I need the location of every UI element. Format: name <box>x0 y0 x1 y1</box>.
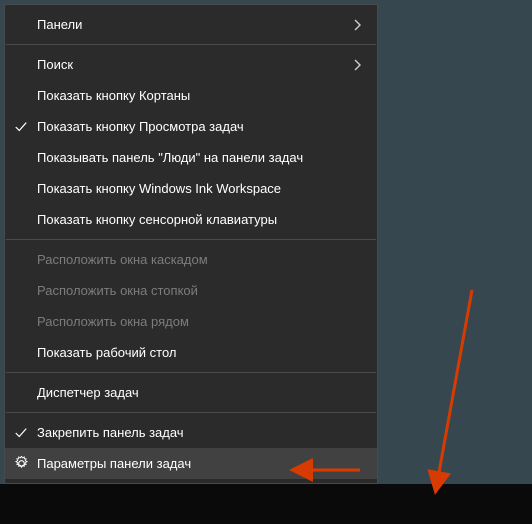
menu-item-label: Диспетчер задач <box>37 385 365 400</box>
menu-item-label: Параметры панели задач <box>37 456 365 471</box>
menu-separator <box>6 44 376 45</box>
menu-item: Расположить окна рядом <box>5 306 377 337</box>
menu-item[interactable]: Показать кнопку Просмотра задач <box>5 111 377 142</box>
menu-separator <box>6 239 376 240</box>
menu-separator <box>6 412 376 413</box>
chevron-right-icon <box>349 59 365 71</box>
menu-item-label: Показать кнопку Windows Ink Workspace <box>37 181 365 196</box>
menu-item-label: Показать кнопку сенсорной клавиатуры <box>37 212 365 227</box>
menu-item[interactable]: Показывать панель "Люди" на панели задач <box>5 142 377 173</box>
menu-item[interactable]: Показать кнопку Windows Ink Workspace <box>5 173 377 204</box>
taskbar[interactable] <box>0 484 532 524</box>
menu-item-label: Расположить окна стопкой <box>37 283 365 298</box>
menu-item: Расположить окна каскадом <box>5 244 377 275</box>
menu-item[interactable]: Поиск <box>5 49 377 80</box>
taskbar-context-menu: Панели Поиск Показать кнопку Кортаны Показа… <box>4 4 378 484</box>
menu-item[interactable]: Закрепить панель задач <box>5 417 377 448</box>
menu-item[interactable]: Показать кнопку Кортаны <box>5 80 377 111</box>
menu-item-label: Расположить окна каскадом <box>37 252 365 267</box>
menu-item[interactable]: Показать кнопку сенсорной клавиатуры <box>5 204 377 235</box>
menu-item-label: Показать кнопку Кортаны <box>37 88 365 103</box>
gear-icon <box>5 456 37 471</box>
check-icon <box>5 426 37 440</box>
menu-item-label: Расположить окна рядом <box>37 314 365 329</box>
menu-item-label: Показывать панель "Люди" на панели задач <box>37 150 365 165</box>
menu-item[interactable]: Показать рабочий стол <box>5 337 377 368</box>
desktop-background: Панели Поиск Показать кнопку Кортаны Показа… <box>0 0 532 524</box>
menu-item-label: Закрепить панель задач <box>37 425 365 440</box>
menu-item-label: Панели <box>37 17 349 32</box>
arrow-to-taskbar <box>436 290 472 489</box>
menu-item: Расположить окна стопкой <box>5 275 377 306</box>
menu-item[interactable]: Параметры панели задач <box>5 448 377 479</box>
menu-separator <box>6 372 376 373</box>
menu-item[interactable]: Диспетчер задач <box>5 377 377 408</box>
menu-item-label: Показать кнопку Просмотра задач <box>37 119 365 134</box>
chevron-right-icon <box>349 19 365 31</box>
menu-item-label: Показать рабочий стол <box>37 345 365 360</box>
menu-item[interactable]: Панели <box>5 9 377 40</box>
check-icon <box>5 120 37 134</box>
menu-item-label: Поиск <box>37 57 349 72</box>
